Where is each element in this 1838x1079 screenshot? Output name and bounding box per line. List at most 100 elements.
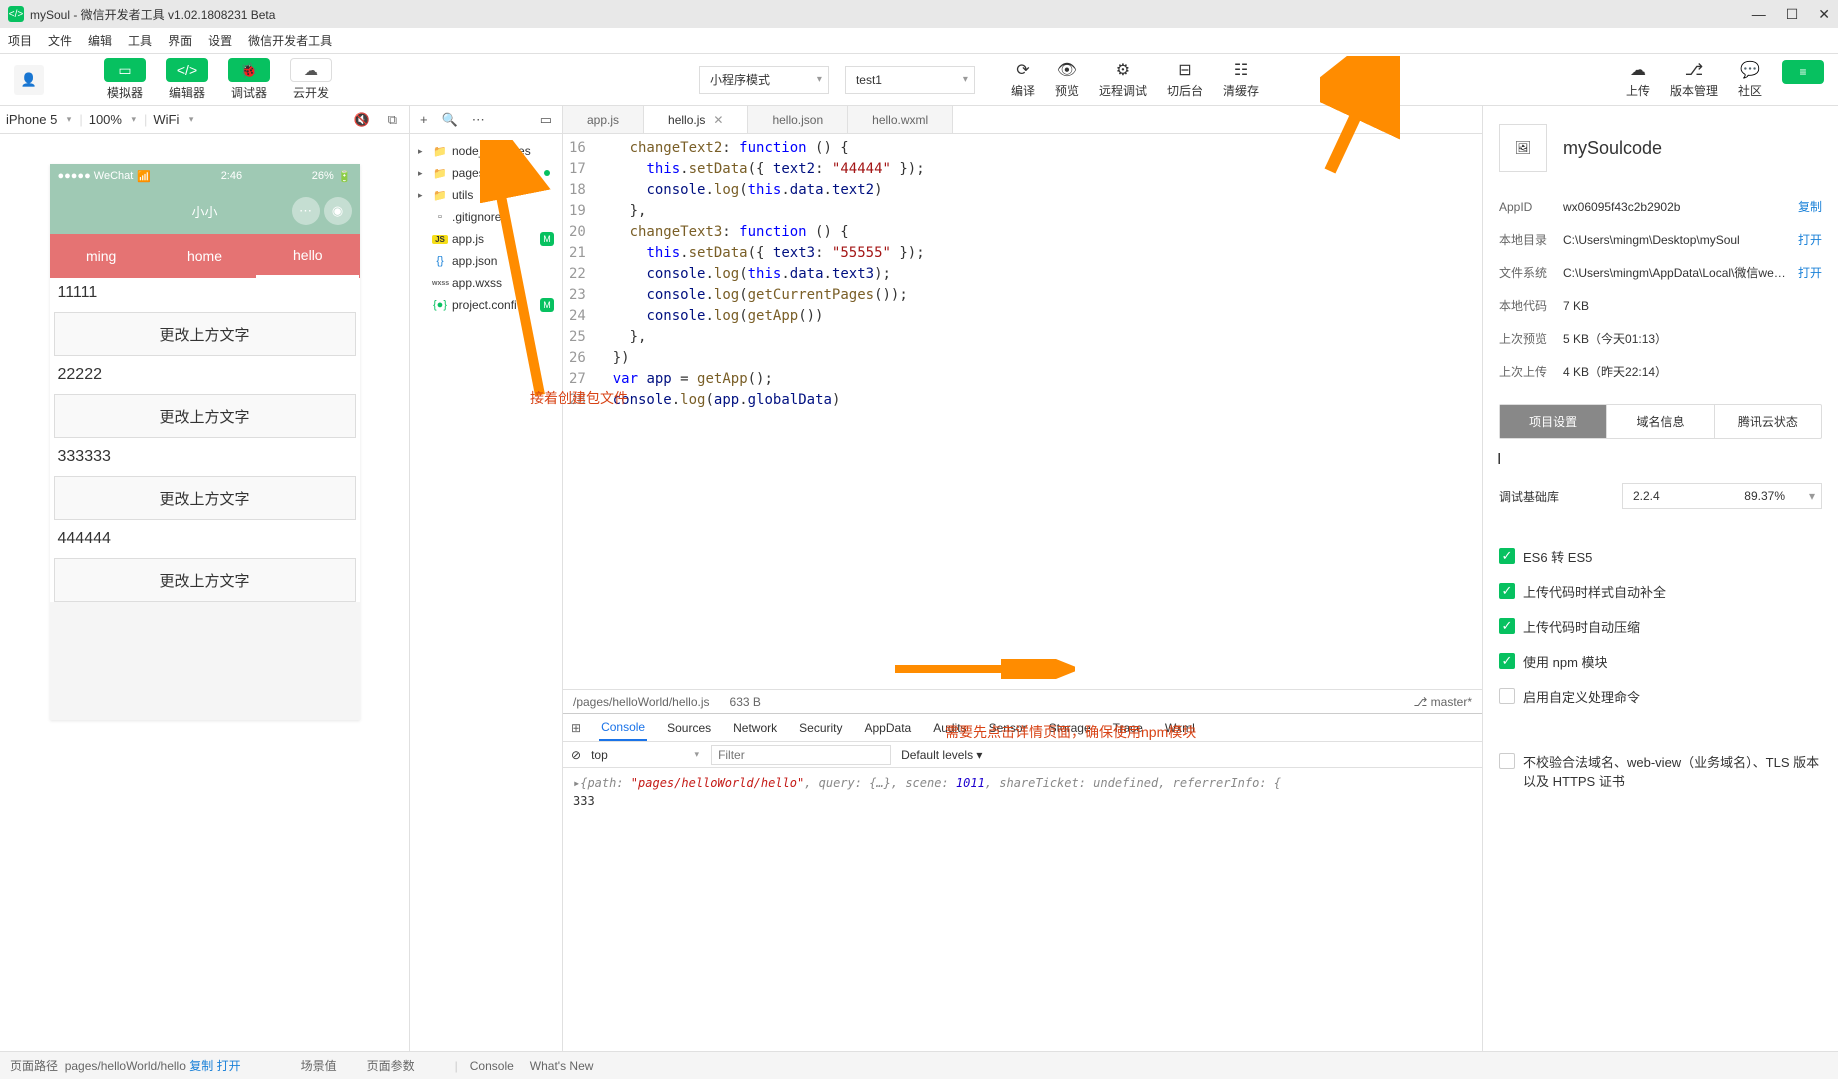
popout-icon[interactable]: ⧉ bbox=[382, 112, 403, 128]
network-select[interactable]: WiFi bbox=[153, 112, 195, 127]
collapse-icon[interactable]: ▭ bbox=[540, 112, 552, 128]
debugger-button[interactable]: 🐞调试器 bbox=[228, 58, 270, 101]
close-button[interactable]: ✕ bbox=[1818, 6, 1830, 23]
community-button[interactable]: 💬社区 bbox=[1738, 60, 1762, 100]
search-icon[interactable]: 🔍 bbox=[442, 112, 458, 128]
phone-tab-ming[interactable]: ming bbox=[50, 234, 153, 278]
device-select[interactable]: iPhone 5 bbox=[6, 112, 73, 127]
tree-item-project.confi[interactable]: {●}project.confiM bbox=[410, 294, 562, 316]
devtools-tab-trace[interactable]: Trace bbox=[1111, 714, 1145, 741]
filter-input[interactable] bbox=[711, 745, 891, 765]
check-row[interactable]: ✓上传代码时自动压缩 bbox=[1499, 609, 1822, 644]
baselib-select[interactable]: 2.2.4 89.37% bbox=[1622, 483, 1822, 509]
info-link[interactable]: 复制 bbox=[1798, 198, 1822, 215]
preview-button[interactable]: 👁预览 bbox=[1055, 60, 1079, 99]
maximize-button[interactable]: ☐ bbox=[1786, 6, 1799, 23]
clear-console-icon[interactable]: ⊘ bbox=[571, 748, 581, 762]
change-text-button[interactable]: 更改上方文字 bbox=[54, 394, 356, 438]
menu-项目[interactable]: 项目 bbox=[8, 32, 32, 49]
tree-item-utils[interactable]: ▸📁utils bbox=[410, 184, 562, 206]
clearcache-button[interactable]: ☷清缓存 bbox=[1223, 60, 1259, 99]
info-link[interactable]: 打开 bbox=[1798, 264, 1822, 281]
editor-button[interactable]: </>编辑器 bbox=[166, 58, 208, 101]
tree-item-node_modules[interactable]: ▸📁node_modules bbox=[410, 140, 562, 162]
devtools-tab-sensor[interactable]: Sensor bbox=[987, 714, 1029, 741]
code-editor[interactable]: 16171819202122232425262728 changeText2: … bbox=[563, 134, 1482, 689]
menu-微信开发者工具[interactable]: 微信开发者工具 bbox=[248, 32, 332, 49]
bottom-tab-console[interactable]: Console bbox=[470, 1059, 514, 1073]
check-row[interactable]: 不校验合法域名、web-view（业务域名）、TLS 版本以及 HTTPS 证书 bbox=[1499, 744, 1822, 798]
mute-icon[interactable]: 🔇 bbox=[348, 112, 376, 128]
mode-select[interactable]: 小程序模式 bbox=[699, 66, 829, 94]
devtools-tab-network[interactable]: Network bbox=[731, 714, 779, 741]
file-tab-hello.json[interactable]: hello.json bbox=[748, 106, 848, 133]
tree-item-pages[interactable]: ▸📁pages bbox=[410, 162, 562, 184]
check-row[interactable]: ✓ES6 转 ES5 bbox=[1499, 539, 1822, 574]
check-row[interactable]: 启用自定义处理命令 bbox=[1499, 679, 1822, 714]
devtools-tab-audits[interactable]: Audits bbox=[931, 714, 968, 741]
console-line: ▸{path: "pages/helloWorld/hello", query:… bbox=[573, 774, 1472, 792]
change-text-button[interactable]: 更改上方文字 bbox=[54, 558, 356, 602]
phone-tab-hello[interactable]: hello bbox=[256, 234, 359, 278]
detail-tab-2[interactable]: 腾讯云状态 bbox=[1715, 405, 1821, 438]
info-link[interactable]: 打开 bbox=[1798, 231, 1822, 248]
copy-link[interactable]: 复制 bbox=[189, 1057, 213, 1074]
file-tab-hello.wxml[interactable]: hello.wxml bbox=[848, 106, 953, 133]
devtools-tab-security[interactable]: Security bbox=[797, 714, 844, 741]
menu-设置[interactable]: 设置 bbox=[208, 32, 232, 49]
levels-select[interactable]: Default levels ▾ bbox=[901, 748, 982, 762]
compile-button[interactable]: ⟳编译 bbox=[1011, 60, 1035, 99]
version-button[interactable]: ⎇版本管理 bbox=[1670, 60, 1718, 100]
devtools-tab-console[interactable]: Console bbox=[599, 714, 647, 741]
checkbox[interactable]: ✓ bbox=[1499, 618, 1515, 634]
checkbox[interactable] bbox=[1499, 688, 1515, 704]
tree-item-app.wxss[interactable]: wxssapp.wxss bbox=[410, 272, 562, 294]
change-text-button[interactable]: 更改上方文字 bbox=[54, 476, 356, 520]
menu-工具[interactable]: 工具 bbox=[128, 32, 152, 49]
instance-select[interactable]: test1 bbox=[845, 66, 975, 94]
minimize-button[interactable]: — bbox=[1752, 6, 1766, 23]
menu-编辑[interactable]: 编辑 bbox=[88, 32, 112, 49]
add-file-icon[interactable]: + bbox=[420, 112, 428, 127]
cloud-button[interactable]: ☁云开发 bbox=[290, 58, 332, 101]
checkbox[interactable] bbox=[1499, 753, 1515, 769]
phone-target-icon[interactable]: ◉ bbox=[324, 197, 352, 225]
check-row[interactable]: ✓上传代码时样式自动补全 bbox=[1499, 574, 1822, 609]
change-text-button[interactable]: 更改上方文字 bbox=[54, 312, 356, 356]
open-link[interactable]: 打开 bbox=[217, 1057, 241, 1074]
remote-button[interactable]: ⚙远程调试 bbox=[1099, 60, 1147, 99]
checkbox[interactable]: ✓ bbox=[1499, 583, 1515, 599]
devtools-dock-icon[interactable]: ⊞ bbox=[571, 721, 581, 735]
avatar[interactable]: 👤 bbox=[14, 65, 44, 95]
bottom-tab-whatsnew[interactable]: What's New bbox=[530, 1059, 594, 1073]
detail-tab-1[interactable]: 域名信息 bbox=[1607, 405, 1714, 438]
detail-tab-0[interactable]: 项目设置 bbox=[1500, 405, 1607, 438]
context-select[interactable]: top bbox=[591, 748, 701, 762]
close-tab-icon[interactable]: ✕ bbox=[713, 113, 723, 127]
file-tab-hello.js[interactable]: hello.js✕ bbox=[644, 106, 748, 133]
background-button[interactable]: ⊟切后台 bbox=[1167, 60, 1203, 99]
checkbox[interactable]: ✓ bbox=[1499, 653, 1515, 669]
details-button[interactable]: ≡ bbox=[1782, 60, 1824, 100]
devtools-tab-storage[interactable]: Storage bbox=[1047, 714, 1093, 741]
zoom-select[interactable]: 100% bbox=[89, 112, 138, 127]
tree-item-app.js[interactable]: JSapp.jsM bbox=[410, 228, 562, 250]
devtools-tab-wxml[interactable]: Wxml bbox=[1163, 714, 1197, 741]
devtools-tab-appdata[interactable]: AppData bbox=[863, 714, 914, 741]
menu-文件[interactable]: 文件 bbox=[48, 32, 72, 49]
menu-界面[interactable]: 界面 bbox=[168, 32, 192, 49]
devtools-tab-sources[interactable]: Sources bbox=[665, 714, 713, 741]
git-branch[interactable]: master* bbox=[1431, 695, 1472, 709]
check-row[interactable]: ✓使用 npm 模块 bbox=[1499, 644, 1822, 679]
checkbox[interactable]: ✓ bbox=[1499, 548, 1515, 564]
phone-navbar: 小小 ⋯ ◉ bbox=[50, 188, 360, 234]
phone-menu-icon[interactable]: ⋯ bbox=[292, 197, 320, 225]
simulator-button[interactable]: ▭模拟器 bbox=[104, 58, 146, 101]
phone-tab-home[interactable]: home bbox=[153, 234, 256, 278]
file-tab-app.js[interactable]: app.js bbox=[563, 106, 644, 133]
console-line: 333 bbox=[573, 792, 1472, 810]
tree-item-.gitignore[interactable]: ▫.gitignore bbox=[410, 206, 562, 228]
more-icon[interactable]: ⋯ bbox=[472, 112, 485, 128]
upload-button[interactable]: ☁上传 bbox=[1626, 60, 1650, 100]
tree-item-app.json[interactable]: {}app.json bbox=[410, 250, 562, 272]
